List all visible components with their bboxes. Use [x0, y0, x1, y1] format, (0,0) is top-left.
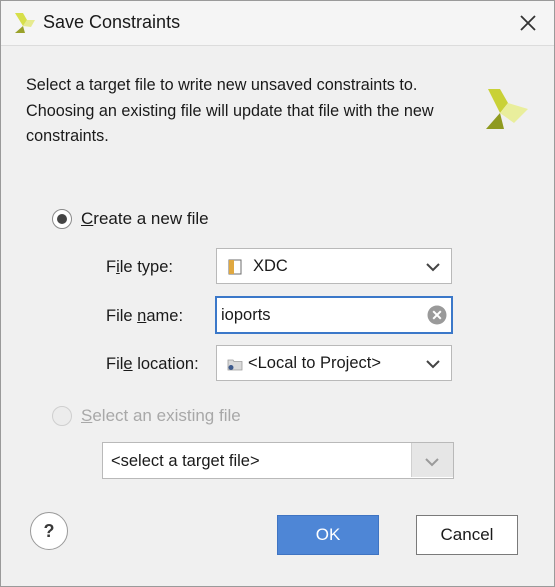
radio-indicator[interactable] [52, 209, 72, 229]
save-constraints-dialog: Save Constraints Select a target file to… [0, 0, 555, 587]
chevron-down-icon [426, 360, 440, 369]
create-new-file-label: Create a new file [81, 209, 209, 228]
cancel-button[interactable]: Cancel [416, 515, 518, 555]
intro-text: Select a target file to write new unsave… [26, 76, 434, 145]
clear-icon[interactable] [427, 305, 447, 325]
radio-indicator[interactable] [52, 406, 72, 426]
app-logo-icon [15, 13, 35, 33]
brand-logo-icon [486, 89, 528, 129]
existing-file-dropdown[interactable]: <select a target file> [102, 442, 454, 479]
file-name-input[interactable] [221, 304, 416, 326]
select-existing-file-radio[interactable]: Select an existing file [52, 406, 241, 426]
existing-file-placeholder: <select a target file> [111, 452, 260, 470]
file-name-field[interactable] [215, 296, 453, 334]
close-icon[interactable] [516, 11, 540, 35]
file-location-value: <Local to Project> [248, 354, 381, 372]
file-name-label: File name: [106, 307, 184, 325]
dialog-title: Save Constraints [43, 12, 181, 32]
select-existing-file-label: Select an existing file [81, 406, 241, 425]
file-location-dropdown[interactable]: <Local to Project> [216, 345, 452, 381]
file-type-label: File type: [106, 258, 173, 276]
file-location-label: File location: [106, 355, 199, 373]
file-icon [228, 259, 242, 275]
folder-icon [227, 359, 243, 371]
ok-button[interactable]: OK [277, 515, 379, 555]
file-type-value: XDC [253, 257, 288, 275]
chevron-down-icon [425, 458, 439, 467]
file-type-dropdown[interactable]: XDC [216, 248, 452, 284]
help-button[interactable]: ? [30, 512, 68, 550]
chevron-down-icon [426, 263, 440, 272]
create-new-file-radio[interactable]: Create a new file [52, 209, 209, 229]
title-bar: Save Constraints [1, 1, 554, 46]
